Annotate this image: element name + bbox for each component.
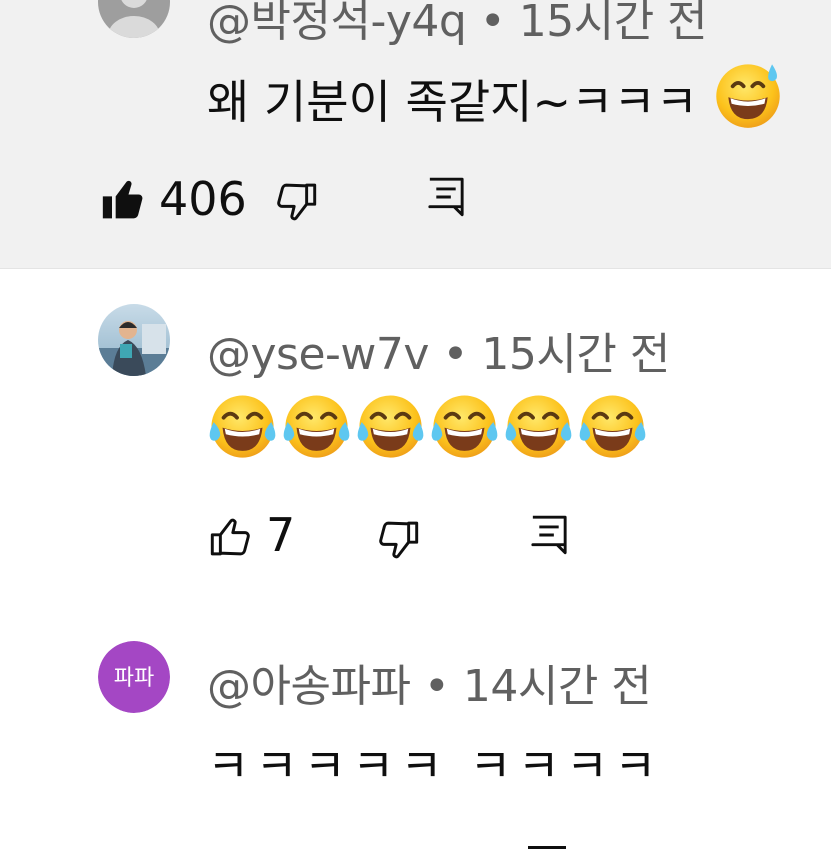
comment: 파파 @아송파파 • 14시간 전 ㅋㅋㅋㅋㅋ ㅋㅋㅋㅋ [0, 598, 831, 850]
comment-text: 왜 기분이 족같지~ㅋㅋㅋ [207, 75, 698, 129]
tears-of-joy-emoji [283, 395, 350, 458]
user-photo-avatar [98, 304, 170, 376]
reply-icon-partial[interactable] [528, 846, 566, 849]
comment-meta: @아송파파 • 14시간 전 [207, 650, 652, 714]
meta-separator: • [442, 329, 468, 380]
tears-of-joy-emoji [579, 395, 646, 458]
comment-highlighted: @박정석-y4q • 15시간 전 왜 기분이 족같지~ㅋㅋㅋ 406 [0, 0, 831, 269]
timestamp: 15시간 전 [481, 329, 670, 380]
grinning-face-with-sweat-emoji [715, 64, 780, 128]
like-filled-icon[interactable] [101, 178, 145, 222]
like-icon[interactable] [209, 515, 253, 559]
tears-of-joy-emoji [357, 395, 424, 458]
comment: @yse-w7v • 15시간 전 7 [0, 268, 831, 598]
timestamp: 15시간 전 [518, 0, 708, 47]
dislike-icon[interactable] [376, 518, 420, 562]
comment-text-row: 왜 기분이 족같지~ㅋㅋㅋ [207, 60, 783, 132]
meta-separator: • [479, 0, 506, 47]
avatar[interactable] [98, 0, 170, 38]
comment-text: ㅋㅋㅋㅋㅋ ㅋㅋㅋㅋ [207, 739, 663, 793]
avatar-text: 파파 [114, 666, 154, 691]
avatar[interactable]: 파파 [98, 641, 170, 713]
letter-avatar: 파파 [98, 641, 170, 713]
reply-icon[interactable] [529, 514, 569, 556]
meta-separator: • [423, 661, 450, 712]
like-count: 7 [266, 508, 296, 562]
dislike-icon[interactable] [274, 180, 318, 224]
author-name[interactable]: @박정석-y4q [207, 0, 467, 47]
author-name[interactable]: @아송파파 [207, 661, 411, 712]
comment-meta: @yse-w7v • 15시간 전 [207, 318, 670, 382]
tears-of-joy-emoji [505, 395, 572, 458]
reply-icon[interactable] [426, 176, 466, 218]
comment-meta: @박정석-y4q • 15시간 전 [207, 0, 708, 49]
tears-of-joy-emoji [431, 395, 498, 458]
author-name[interactable]: @yse-w7v [207, 329, 429, 380]
emoji-row [207, 391, 648, 462]
timestamp: 14시간 전 [462, 661, 652, 712]
like-count: 406 [159, 172, 247, 226]
avatar[interactable] [98, 304, 170, 376]
tears-of-joy-emoji [209, 395, 276, 458]
default-avatar-icon [98, 0, 170, 38]
